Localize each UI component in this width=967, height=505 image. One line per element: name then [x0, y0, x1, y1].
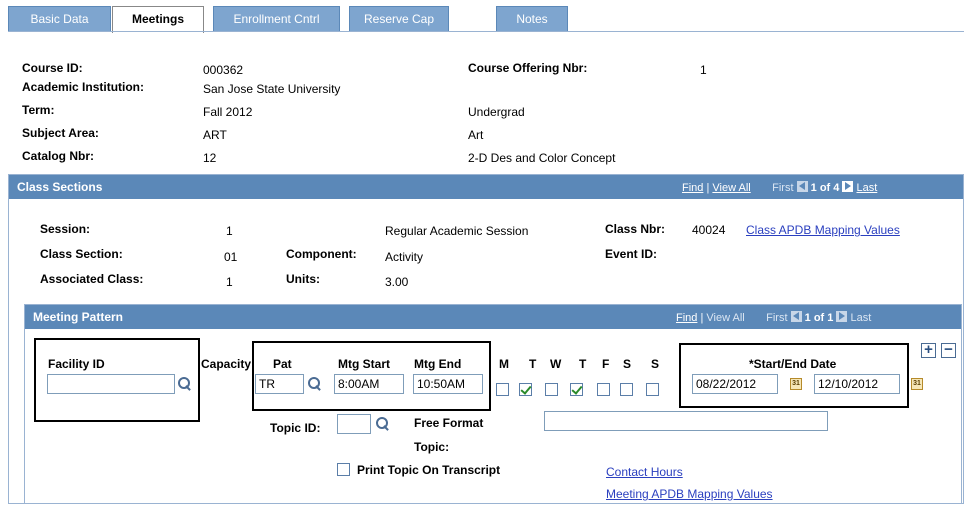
- friday-checkbox[interactable]: [597, 383, 610, 396]
- last-label: Last: [850, 312, 872, 324]
- component-label: Component:: [286, 247, 357, 261]
- tab-label: Notes: [516, 12, 548, 26]
- facility-highlight-box: [34, 338, 200, 422]
- institution-label: Academic Institution:: [22, 80, 145, 94]
- day-label-tue: T: [529, 357, 537, 371]
- institution-value: San Jose State University: [203, 82, 341, 96]
- topic-id-input[interactable]: [337, 414, 371, 434]
- offering-value: 1: [700, 63, 707, 77]
- delete-row-icon[interactable]: −: [941, 342, 956, 358]
- day-label-mon: M: [499, 357, 509, 371]
- catalog-label: Catalog Nbr:: [22, 149, 94, 163]
- tab-label: Meetings: [131, 12, 184, 26]
- first-label: First: [772, 182, 794, 194]
- meeting-pattern-header: Meeting Pattern Find | View All First 1 …: [25, 305, 961, 329]
- meeting-pattern-nav: Find | View All First 1 of 1 Last: [676, 311, 872, 324]
- last-link[interactable]: Last: [857, 182, 878, 194]
- units-value: 3.00: [385, 275, 409, 289]
- row-count: 1 of 1: [804, 312, 834, 324]
- associated-class-value: 1: [226, 275, 233, 289]
- event-id-label: Event ID:: [605, 247, 658, 261]
- thursday-checkbox[interactable]: [570, 383, 583, 396]
- free-format-topic-input[interactable]: [544, 411, 828, 431]
- find-link[interactable]: Find: [682, 182, 703, 194]
- previous-arrow-icon[interactable]: [796, 181, 808, 192]
- tab-bar: Basic Data Meetings Enrollment Cntrl Res…: [8, 6, 568, 33]
- session-desc: Regular Academic Session: [385, 224, 529, 238]
- offering-label: Course Offering Nbr:: [468, 61, 588, 75]
- catalog-desc: 2-D Des and Color Concept: [468, 151, 616, 165]
- tab-meetings[interactable]: Meetings: [112, 6, 204, 33]
- sunday-checkbox[interactable]: [646, 383, 659, 396]
- tab-reserve-cap[interactable]: Reserve Cap: [349, 6, 449, 32]
- row-count: 1 of 4: [810, 182, 840, 194]
- component-value: Activity: [385, 250, 424, 264]
- class-sections-header: Class Sections Find | View All First 1 o…: [9, 175, 963, 199]
- end-date-calendar-icon[interactable]: 31: [911, 378, 923, 390]
- free-format-label: Free Format: [414, 416, 484, 430]
- term-label: Term:: [22, 103, 55, 117]
- find-link[interactable]: Find: [676, 312, 697, 324]
- tab-label: Reserve Cap: [363, 12, 435, 26]
- print-topic-checkbox[interactable]: [337, 463, 350, 476]
- career-value: Undergrad: [468, 105, 525, 119]
- subject-label: Subject Area:: [22, 126, 99, 140]
- tab-notes[interactable]: Notes: [496, 6, 568, 32]
- view-all-label: View All: [706, 312, 745, 324]
- subject-value: ART: [203, 128, 227, 142]
- day-label-wed: W: [550, 357, 562, 371]
- previous-arrow-icon: [790, 311, 802, 322]
- class-sections-title: Class Sections: [17, 180, 103, 194]
- day-label-sun: S: [651, 357, 660, 371]
- course-id-value: 000362: [203, 63, 244, 77]
- course-id-label: Course ID:: [22, 61, 83, 75]
- tab-enrollment-cntrl[interactable]: Enrollment Cntrl: [213, 6, 340, 32]
- day-label-thu: T: [579, 357, 587, 371]
- associated-class-label: Associated Class:: [40, 272, 144, 286]
- free-format-topic-label: Topic:: [414, 440, 450, 454]
- meeting-apdb-mapping-link[interactable]: Meeting APDB Mapping Values: [606, 487, 773, 501]
- tab-divider: [8, 31, 964, 32]
- term-value: Fall 2012: [203, 105, 253, 119]
- wednesday-checkbox[interactable]: [545, 383, 558, 396]
- session-label: Session:: [40, 222, 91, 236]
- units-label: Units:: [286, 272, 320, 286]
- tab-basic-data[interactable]: Basic Data: [8, 6, 111, 32]
- class-nbr-label: Class Nbr:: [605, 222, 666, 236]
- meeting-pattern-title: Meeting Pattern: [33, 310, 124, 324]
- capacity-label: Capacity: [201, 357, 252, 371]
- topic-id-label: Topic ID:: [270, 421, 321, 435]
- class-section-label: Class Section:: [40, 247, 123, 261]
- dates-highlight-box: [679, 343, 909, 408]
- tuesday-checkbox[interactable]: [519, 383, 532, 396]
- times-highlight-box: [252, 341, 491, 411]
- day-label-sat: S: [623, 357, 632, 371]
- contact-hours-link[interactable]: Contact Hours: [606, 465, 683, 479]
- next-arrow-icon[interactable]: [842, 181, 854, 192]
- session-value: 1: [226, 224, 233, 238]
- day-label-fri: F: [602, 357, 610, 371]
- subject-desc: Art: [468, 128, 484, 142]
- print-topic-label: Print Topic On Transcript: [357, 463, 501, 477]
- class-apdb-mapping-link[interactable]: Class APDB Mapping Values: [746, 223, 900, 237]
- first-label: First: [766, 312, 788, 324]
- class-nbr-value: 40024: [692, 223, 726, 237]
- tab-label: Basic Data: [30, 12, 89, 26]
- catalog-value: 12: [203, 151, 217, 165]
- class-sections-nav: Find | View All First 1 of 4 Last: [682, 181, 878, 194]
- view-all-link[interactable]: View All: [712, 182, 750, 194]
- add-row-icon[interactable]: +: [921, 342, 936, 358]
- saturday-checkbox[interactable]: [620, 383, 633, 396]
- next-arrow-icon: [836, 311, 848, 322]
- topic-lookup-icon[interactable]: [375, 416, 389, 430]
- monday-checkbox[interactable]: [496, 383, 509, 396]
- class-section-value: 01: [224, 250, 238, 264]
- tab-label: Enrollment Cntrl: [233, 12, 320, 26]
